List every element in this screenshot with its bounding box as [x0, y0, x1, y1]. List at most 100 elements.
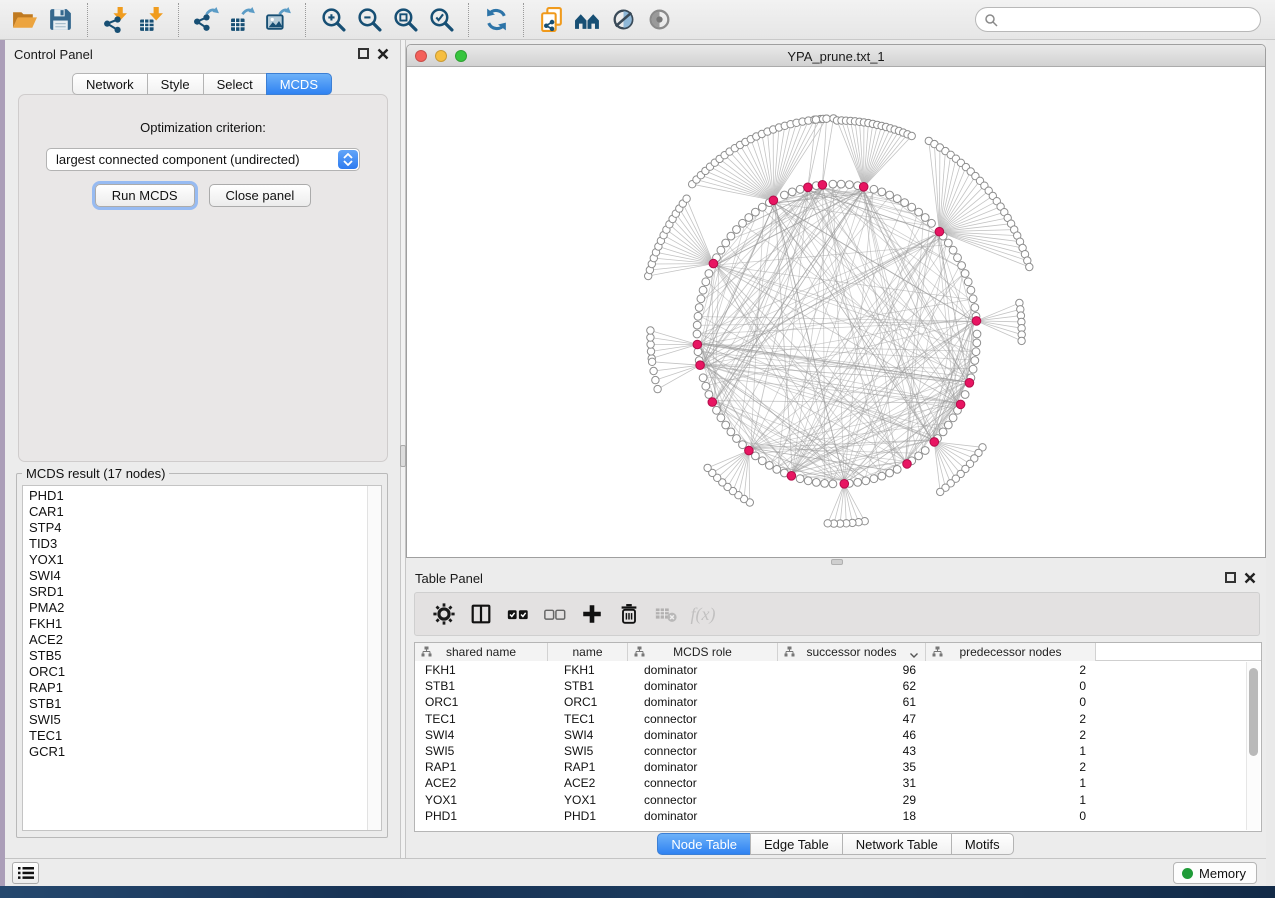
table-cell[interactable]: TEC1 — [548, 711, 628, 727]
network-node[interactable] — [854, 479, 862, 487]
network-node[interactable] — [650, 367, 657, 374]
network-node[interactable] — [647, 334, 654, 341]
table-cell[interactable]: RAP1 — [548, 759, 628, 775]
close-panel-button[interactable]: Close panel — [209, 184, 312, 207]
mcds-result-item[interactable]: SRD1 — [23, 584, 367, 600]
table-cell[interactable]: PHD1 — [415, 808, 548, 824]
network-node[interactable] — [722, 421, 730, 429]
mcds-result-item[interactable]: TEC1 — [23, 728, 367, 744]
network-node[interactable] — [928, 219, 936, 227]
network-node[interactable] — [944, 239, 952, 247]
table-cell[interactable]: 61 — [778, 694, 926, 710]
table-cell[interactable]: dominator — [628, 808, 778, 824]
network-node[interactable] — [699, 374, 707, 382]
table-cell[interactable]: STB1 — [548, 678, 628, 694]
table-cell[interactable]: 2 — [926, 711, 1096, 727]
network-hub-node[interactable] — [935, 227, 944, 236]
column-header-MCDS-role[interactable]: MCDS role — [628, 643, 778, 661]
network-node[interactable] — [915, 452, 923, 460]
column-panel-button[interactable] — [466, 599, 496, 629]
table-row[interactable]: STB1STB1dominator620 — [415, 678, 1246, 694]
task-history-button[interactable] — [12, 862, 39, 884]
show-graphics-details-button[interactable] — [642, 4, 676, 36]
network-hub-node[interactable] — [696, 361, 705, 370]
network-node[interactable] — [973, 339, 981, 347]
network-node[interactable] — [752, 208, 760, 216]
table-cell[interactable]: 18 — [778, 808, 926, 824]
network-node[interactable] — [921, 447, 929, 455]
mcds-result-item[interactable]: RAP1 — [23, 680, 367, 696]
mcds-result-item[interactable]: GCR1 — [23, 744, 367, 760]
splitter-handle[interactable] — [831, 559, 843, 565]
network-node[interactable] — [886, 469, 894, 477]
network-node[interactable] — [702, 382, 710, 390]
network-node[interactable] — [722, 239, 730, 247]
network-node[interactable] — [862, 477, 870, 485]
network-node[interactable] — [781, 191, 789, 199]
network-node[interactable] — [788, 188, 796, 196]
network-node[interactable] — [1018, 337, 1025, 344]
table-cell[interactable]: STB1 — [415, 678, 548, 694]
open-file-button[interactable] — [7, 4, 41, 36]
table-cell[interactable]: 47 — [778, 711, 926, 727]
table-cell[interactable]: SWI4 — [415, 727, 548, 743]
network-node[interactable] — [1026, 263, 1033, 270]
network-node[interactable] — [961, 270, 969, 278]
table-row[interactable]: ORC1ORC1dominator610 — [415, 694, 1246, 710]
network-node[interactable] — [824, 520, 831, 527]
network-node[interactable] — [949, 246, 957, 254]
table-cell[interactable]: 1 — [926, 775, 1096, 791]
table-cell[interactable]: 46 — [778, 727, 926, 743]
network-node[interactable] — [954, 254, 962, 262]
network-node[interactable] — [921, 214, 929, 222]
zoom-selected-button[interactable] — [424, 4, 458, 36]
table-cell[interactable]: dominator — [628, 694, 778, 710]
run-mcds-button[interactable]: Run MCDS — [95, 184, 195, 207]
table-cell[interactable]: 2 — [926, 727, 1096, 743]
table-cell[interactable]: 0 — [926, 808, 1096, 824]
first-neighbors-button[interactable] — [570, 4, 604, 36]
network-hub-node[interactable] — [745, 446, 754, 455]
network-node[interactable] — [693, 330, 701, 338]
hide-graphics-details-button[interactable] — [606, 4, 640, 36]
memory-button[interactable]: Memory — [1173, 862, 1257, 884]
network-node[interactable] — [846, 181, 854, 189]
network-hub-node[interactable] — [708, 398, 717, 407]
tab-node-table[interactable]: Node Table — [657, 833, 751, 855]
network-node[interactable] — [699, 286, 707, 294]
table-cell[interactable]: FKH1 — [548, 662, 628, 678]
column-header-successor-nodes[interactable]: successor nodes — [778, 643, 926, 661]
network-node[interactable] — [717, 414, 725, 422]
import-table-button[interactable] — [134, 4, 168, 36]
network-hub-node[interactable] — [859, 183, 868, 192]
table-scrollbar[interactable] — [1246, 662, 1260, 830]
network-node[interactable] — [837, 180, 845, 188]
table-cell[interactable]: 43 — [778, 743, 926, 759]
network-node[interactable] — [937, 488, 944, 495]
refresh-view-button[interactable] — [479, 4, 513, 36]
mcds-result-item[interactable]: PMA2 — [23, 600, 367, 616]
network-node[interactable] — [647, 341, 654, 348]
table-cell[interactable]: ACE2 — [415, 775, 548, 791]
network-hub-node[interactable] — [965, 379, 974, 388]
mcds-result-item[interactable]: SWI4 — [23, 568, 367, 584]
table-cell[interactable]: 96 — [778, 662, 926, 678]
column-header-predecessor-nodes[interactable]: predecessor nodes — [926, 643, 1096, 661]
network-node[interactable] — [812, 479, 820, 487]
network-node[interactable] — [694, 312, 702, 320]
table-cell[interactable]: 31 — [778, 775, 926, 791]
network-node[interactable] — [693, 321, 701, 329]
mcds-result-item[interactable]: PHD1 — [23, 488, 367, 504]
mcds-result-item[interactable]: CAR1 — [23, 504, 367, 520]
network-hub-node[interactable] — [804, 183, 813, 192]
table-cell[interactable]: connector — [628, 775, 778, 791]
network-node[interactable] — [804, 477, 812, 485]
table-cell[interactable]: PHD1 — [548, 808, 628, 824]
mcds-result-item[interactable]: ORC1 — [23, 664, 367, 680]
table-row[interactable]: TEC1TEC1connector472 — [415, 711, 1246, 727]
network-node[interactable] — [745, 214, 753, 222]
network-hub-node[interactable] — [709, 259, 718, 268]
table-cell[interactable]: 1 — [926, 743, 1096, 759]
network-node[interactable] — [713, 406, 721, 414]
mcds-result-item[interactable]: STP4 — [23, 520, 367, 536]
